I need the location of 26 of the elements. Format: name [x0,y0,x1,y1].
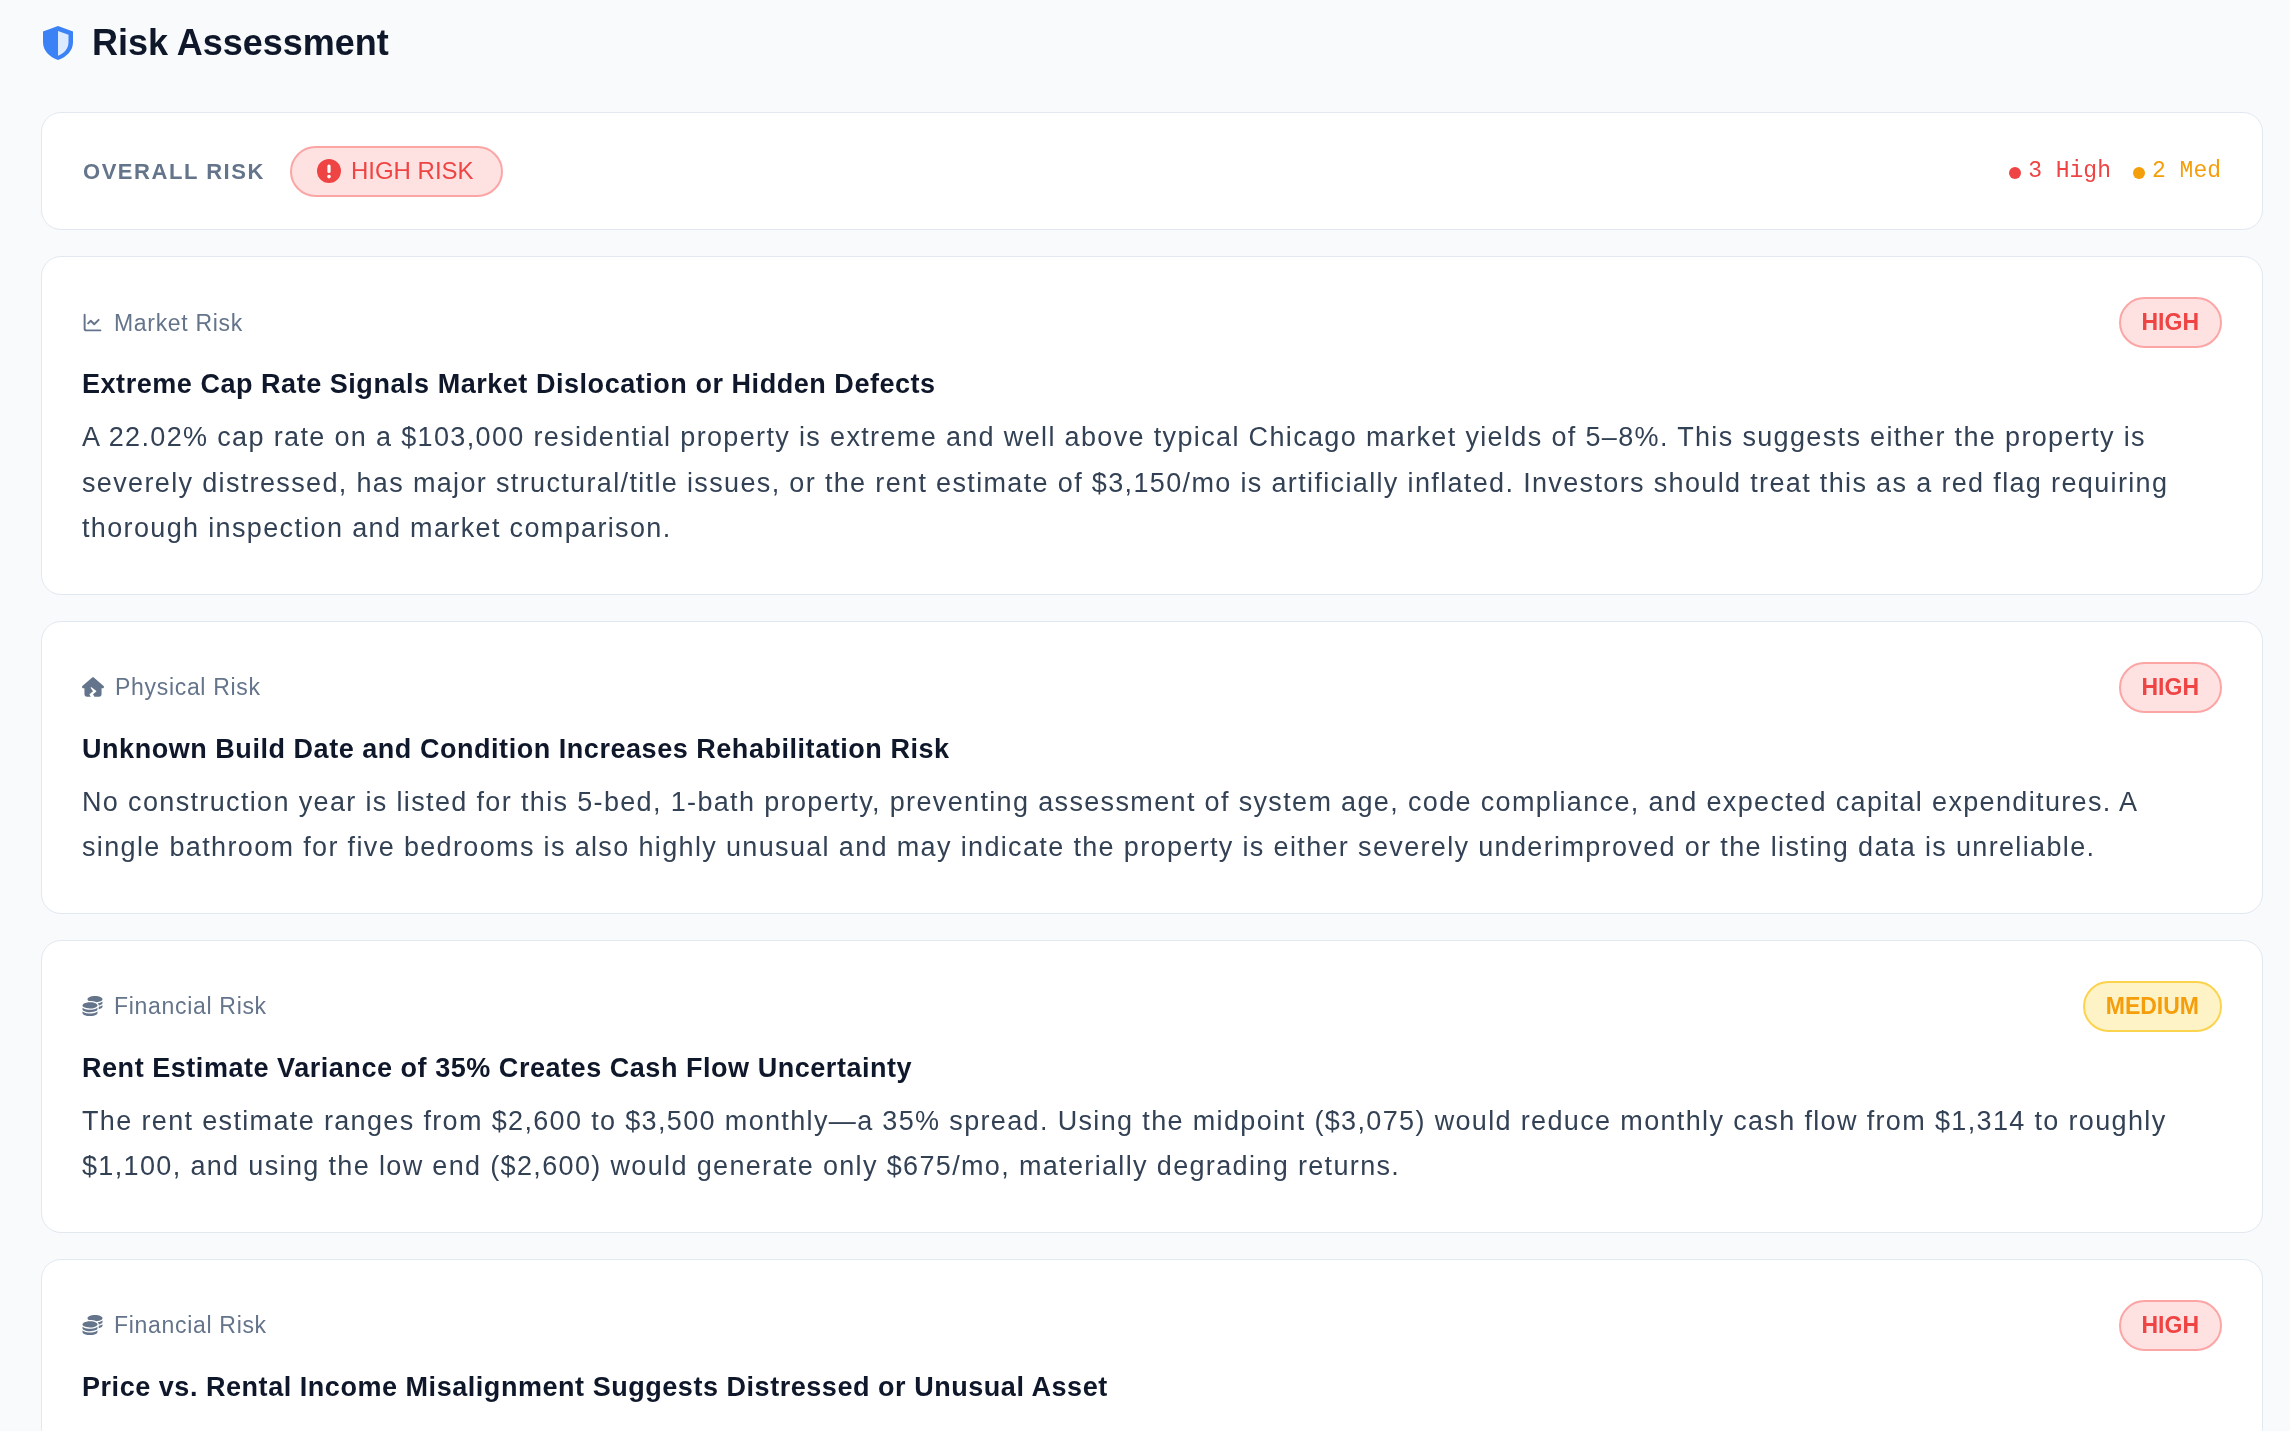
page-title: Risk Assessment [92,24,389,62]
coins-icon [82,996,103,1016]
alert-circle-icon [316,159,341,183]
risk-category-label: Financial Risk [114,992,267,1021]
risk-title: Unknown Build Date and Condition Increases Rehabilitation Risk [82,732,951,766]
shield-icon [41,25,75,61]
risk-count-label: 3 High [2028,156,2111,186]
line-chart-icon [82,312,103,333]
severity-badge: HIGH [2118,661,2222,713]
risk-count-label: 2 Med [2152,156,2221,186]
risk-title: Rent Estimate Variance of 35% Creates Cash Flow Uncertainty [82,1051,914,1085]
overall-risk-text: HIGH RISK [350,156,474,186]
risk-category-label: Financial Risk [114,1311,267,1340]
house-icon [82,677,104,697]
risk-title: Extreme Cap Rate Signals Market Dislocation or Hidden Defects [82,368,937,401]
severity-badge: MEDIUM [2082,980,2222,1032]
risk-category-label: Physical Risk [115,673,261,702]
coins-icon [82,1315,103,1335]
risk-description: The rent estimate ranges from $2,600 to $3,500 monthly—a 35% spread. Using the midpoint ($3,075) would reduce monthly cash flow from $1,314 to roughly $1,100, and using the low end ($2,600) would generate only $675/mo, materially degrading returns. [82,1104,2168,1183]
severity-badge: HIGH [2118,1299,2222,1351]
risk-title: Price vs. Rental Income Misalignment Suggests Distressed or Unusual Asset [82,1370,1109,1404]
risk-description: No construction year is listed for this 5-bed, 1-bath property, preventing assessment of system age, code compliance, and expected capital expenditures. A single bathroom for five bedrooms is also highly unusual and may indicate the property is either severely underimproved or the listing data is unreliable. [82,785,2138,864]
overall-risk-label: OVERALL RISK [83,157,265,186]
risk-category-label: Market Risk [114,308,243,338]
risk-description: A 22.02% cap rate on a $103,000 residential property is extreme and well above typical Chicago market yields of 5–8%. This suggests either the property is severely distressed, has major structural/title issues, or the rent estimate of $3,150/mo is artificially inflated. Investors should treat this as a red flag requiring thorough inspection and market comparison. [82,421,2170,545]
severity-badge: HIGH [2118,297,2222,348]
